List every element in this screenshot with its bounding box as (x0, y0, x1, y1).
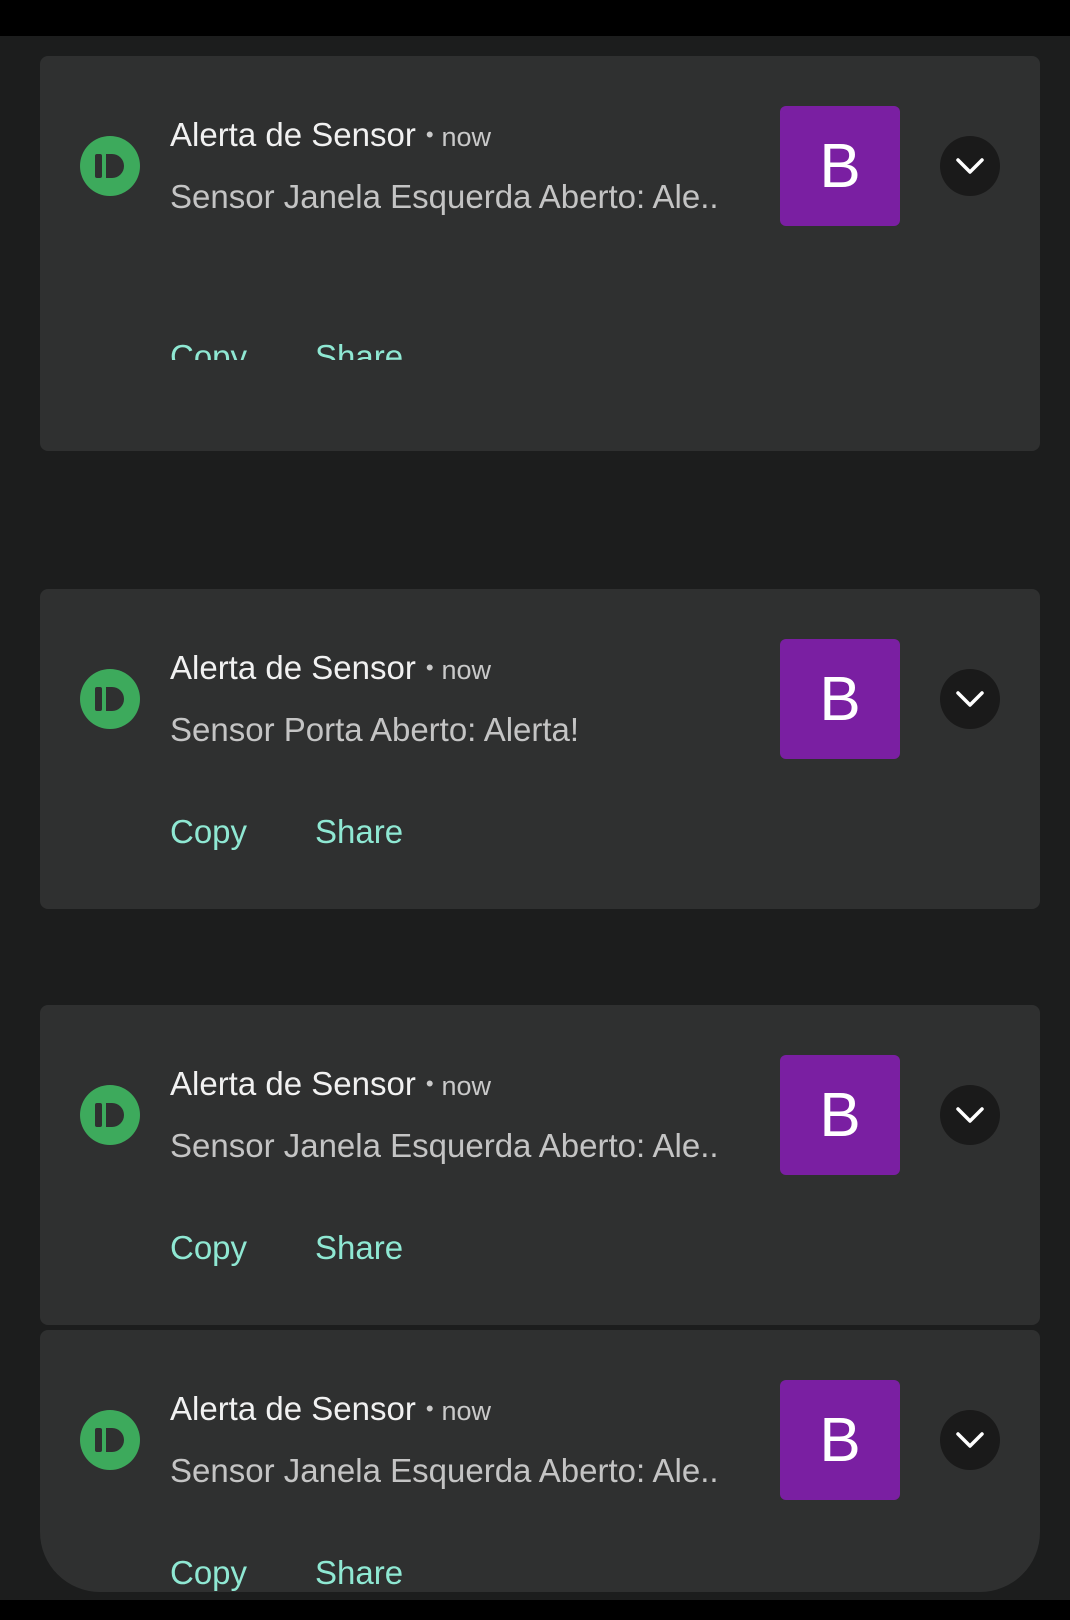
notification-title: Alerta de Sensor (170, 649, 416, 686)
app-logo-icon (80, 136, 140, 196)
expand-button[interactable] (940, 136, 1000, 196)
copy-button[interactable]: Copy (170, 1229, 247, 1267)
copy-button[interactable]: Copy (170, 813, 247, 851)
navigation-bar (0, 1600, 1070, 1620)
share-button[interactable]: Share (315, 813, 403, 851)
notification-body: Sensor Porta Aberto: Alerta! (170, 711, 580, 748)
app-logo-icon (80, 1410, 140, 1470)
share-button[interactable]: Share (315, 338, 403, 360)
notification-time: now (441, 655, 492, 685)
avatar: B (780, 1380, 900, 1500)
notification-header: Alerta de Sensor • now (170, 1065, 491, 1103)
chevron-down-icon (956, 1107, 984, 1123)
share-button[interactable]: Share (315, 1229, 403, 1267)
expand-button[interactable] (940, 1085, 1000, 1145)
notification-time: now (441, 1396, 492, 1426)
chevron-down-icon (956, 1432, 984, 1448)
notification-body: Sensor Janela Esquerda Aberto: Ale.. (170, 178, 719, 215)
notification-header: Alerta de Sensor • now (170, 1390, 491, 1428)
notification-card[interactable]: Alerta de Sensor • now Sensor Janela Esque… (40, 56, 1040, 451)
notification-body: Sensor Janela Esquerda Aberto: Ale.. (170, 1127, 719, 1164)
notification-card[interactable]: Alerta de Sensor • now Sensor Porta Aberto… (40, 589, 1040, 909)
separator-dot: • (425, 655, 434, 680)
separator-dot: • (425, 1396, 434, 1421)
expand-button[interactable] (940, 1410, 1000, 1470)
notification-title: Alerta de Sensor (170, 1065, 416, 1102)
avatar: B (780, 639, 900, 759)
separator-dot: • (425, 1071, 434, 1096)
notification-header: Alerta de Sensor • now (170, 116, 491, 154)
status-bar (0, 0, 1070, 36)
avatar: B (780, 106, 900, 226)
notification-title: Alerta de Sensor (170, 116, 416, 153)
avatar: B (780, 1055, 900, 1175)
share-button[interactable]: Share (315, 1554, 403, 1592)
notification-body: Sensor Janela Esquerda Aberto: Ale.. (170, 1452, 719, 1489)
chevron-down-icon (956, 158, 984, 174)
actions-row: Copy Share (170, 1229, 471, 1267)
expand-button[interactable] (940, 669, 1000, 729)
actions-row: Copy Share (170, 813, 471, 851)
app-logo-icon (80, 1085, 140, 1145)
notification-card[interactable]: Alerta de Sensor • now Sensor Janela Esque… (40, 1005, 1040, 1325)
notification-title: Alerta de Sensor (170, 1390, 416, 1427)
notification-time: now (441, 1071, 492, 1101)
app-logo-icon (80, 669, 140, 729)
actions-row: Copy Share (170, 1554, 471, 1592)
notification-header: Alerta de Sensor • now (170, 649, 491, 687)
notification-card[interactable]: Alerta de Sensor • now Sensor Janela Esque… (40, 1330, 1040, 1592)
separator-dot: • (425, 122, 434, 147)
notification-time: now (441, 122, 492, 152)
copy-button[interactable]: Copy (170, 338, 247, 360)
chevron-down-icon (956, 691, 984, 707)
actions-row: Copy Share (170, 336, 570, 360)
copy-button[interactable]: Copy (170, 1554, 247, 1592)
